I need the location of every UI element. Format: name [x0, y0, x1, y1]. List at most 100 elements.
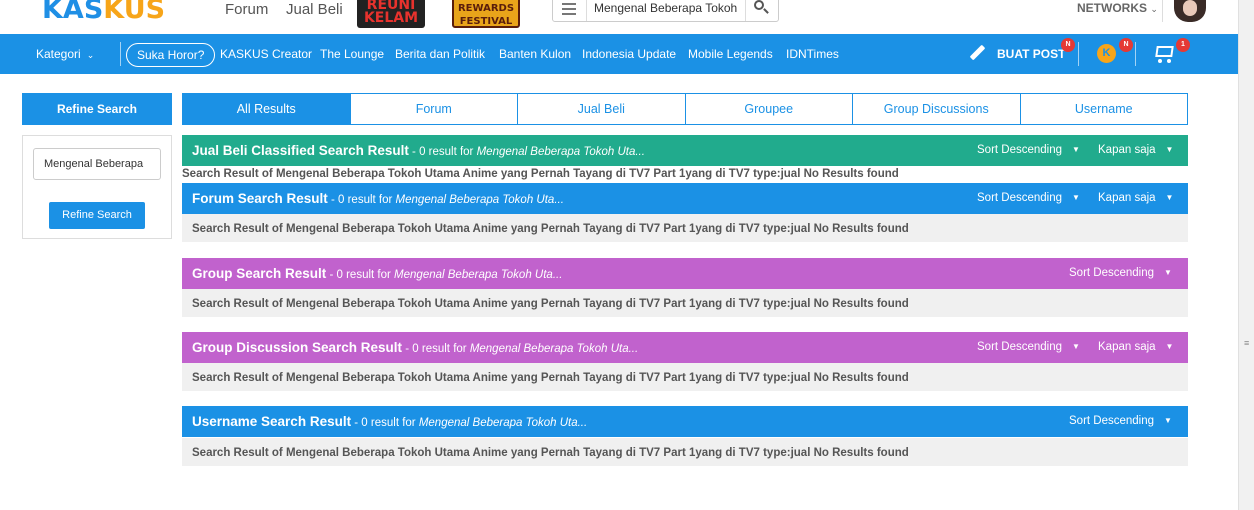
refine-search-input[interactable] — [33, 148, 161, 180]
caret-down-icon: ▼ — [1165, 145, 1174, 154]
buat-post-button[interactable]: BUAT POST — [997, 47, 1065, 61]
section-title: Username Search Result — [192, 414, 352, 429]
tab-groupee[interactable]: Groupee — [684, 94, 852, 124]
nav-item-berita-politik[interactable]: Berita dan Politik — [395, 47, 485, 61]
result-count: - 0 result for — [351, 417, 419, 429]
sort-dropdown[interactable]: Sort Descending ▼ — [1069, 267, 1172, 279]
promo-text: KELAM — [363, 10, 419, 26]
caret-down-icon: ▼ — [1165, 342, 1174, 351]
header-search-input[interactable] — [594, 0, 740, 17]
time-dropdown[interactable]: Kapan saja ▼ — [1098, 341, 1173, 353]
nav-item-the-lounge[interactable]: The Lounge — [320, 47, 384, 61]
kaskus-logo[interactable]: KASKUS — [42, 0, 165, 25]
time-label: Kapan saja — [1098, 144, 1156, 156]
kategori-label: Kategori — [36, 47, 81, 61]
caret-down-icon: ▼ — [1072, 193, 1080, 202]
jual-beli-result-body: Search Result of Mengenal Beberapa Tokoh… — [182, 168, 899, 180]
cart-count-badge: 1 — [1176, 38, 1190, 52]
time-label: Kapan saja — [1098, 341, 1156, 353]
nav-item-indonesia-update[interactable]: Indonesia Update — [582, 47, 676, 61]
username-result-header: Username Search Result - 0 result for Me… — [182, 406, 1188, 437]
pen-icon[interactable] — [969, 44, 987, 62]
sort-label: Sort Descending — [977, 192, 1063, 204]
reuni-kelam-promo[interactable]: REUNI KELAM — [357, 0, 425, 28]
top-header: KASKUS Forum Jual Beli REUNI KELAM REWAR… — [0, 0, 1238, 34]
category-navbar: Kategori ⌄ Suka Horor? KASKUS Creator The… — [0, 34, 1238, 74]
section-title: Group Discussion Search Result — [192, 340, 403, 355]
jual-beli-result-header: Jual Beli Classified Search Result - 0 r… — [182, 135, 1188, 166]
refine-search-panel: Refine Search — [22, 135, 172, 239]
rewards-festival-promo[interactable]: REWARDS FESTIVAL — [452, 0, 520, 28]
scroll-grip-icon: ≡ — [1244, 338, 1250, 348]
section-title: Group Search Result — [192, 266, 327, 281]
time-dropdown[interactable]: Kapan saja ▼ — [1098, 192, 1173, 204]
sort-dropdown[interactable]: Sort Descending ▼ — [977, 192, 1080, 204]
result-query: Mengenal Beberapa Tokoh Uta... — [394, 269, 563, 281]
section-title: Forum Search Result — [192, 191, 328, 206]
forum-result-header: Forum Search Result - 0 result for Menge… — [182, 183, 1188, 214]
top-link-forum[interactable]: Forum — [225, 1, 268, 18]
tab-jual-beli[interactable]: Jual Beli — [517, 94, 685, 124]
caret-down-icon: ▼ — [1164, 416, 1172, 425]
promo-text: REWARDS — [457, 3, 515, 14]
username-result-body: Search Result of Mengenal Beberapa Tokoh… — [182, 438, 1188, 466]
header-search — [552, 0, 779, 22]
search-icon[interactable] — [754, 0, 769, 14]
group-result-body: Search Result of Mengenal Beberapa Tokoh… — [182, 289, 1188, 317]
group-discussion-result-body: Search Result of Mengenal Beberapa Tokoh… — [182, 363, 1188, 391]
networks-menu[interactable]: NETWORKS ⌄ — [1077, 1, 1158, 15]
nav-item-mobile-legends[interactable]: Mobile Legends — [688, 47, 773, 61]
result-count: - 0 result for — [327, 194, 396, 206]
chevron-down-icon: ⌄ — [86, 50, 95, 60]
result-tabs: All Results Forum Jual Beli Groupee Grou… — [182, 93, 1188, 125]
sort-dropdown[interactable]: Sort Descending ▼ — [1069, 415, 1172, 427]
forum-result-body: Search Result of Mengenal Beberapa Tokoh… — [182, 214, 1188, 242]
sort-label: Sort Descending — [977, 144, 1063, 156]
result-count: - 0 result for — [408, 146, 477, 158]
result-count: - 0 result for — [326, 269, 395, 281]
caret-down-icon: ▼ — [1164, 268, 1172, 277]
promo-text: FESTIVAL — [459, 16, 513, 27]
page-scrollbar[interactable]: ≡ — [1238, 0, 1254, 510]
sort-label: Sort Descending — [977, 341, 1063, 353]
notification-badge: N — [1061, 38, 1075, 52]
result-count: - 0 result for — [402, 343, 470, 355]
caret-down-icon: ▼ — [1165, 193, 1174, 202]
time-label: Kapan saja — [1098, 192, 1156, 204]
top-link-jual-beli[interactable]: Jual Beli — [286, 1, 343, 18]
networks-label: NETWORKS — [1077, 1, 1147, 15]
logo-text-kas: KAS — [42, 0, 104, 25]
result-query: Mengenal Beberapa Tokoh Uta... — [469, 343, 639, 355]
refine-search-button[interactable]: Refine Search — [49, 202, 145, 229]
nav-item-kaskus-creator[interactable]: KASKUS Creator — [220, 47, 312, 61]
group-discussion-result-header: Group Discussion Search Result - 0 resul… — [182, 332, 1188, 363]
avatar[interactable] — [1174, 0, 1206, 22]
nav-item-idntimes[interactable]: IDNTimes — [786, 47, 839, 61]
tab-username[interactable]: Username — [1019, 94, 1187, 124]
nav-item-banten-kulon[interactable]: Banten Kulon — [499, 47, 571, 61]
refine-search-title: Refine Search — [22, 93, 172, 125]
notification-badge: N — [1119, 38, 1133, 52]
kaskus-chat-icon[interactable]: K — [1097, 44, 1116, 63]
caret-down-icon: ▼ — [1072, 342, 1080, 351]
group-result-header: Group Search Result - 0 result for Menge… — [182, 258, 1188, 289]
sort-label: Sort Descending — [1069, 267, 1155, 279]
logo-text-kus: KUS — [103, 0, 166, 25]
result-query: Mengenal Beberapa Tokoh Uta... — [418, 417, 588, 429]
kategori-dropdown[interactable]: Kategori ⌄ — [36, 47, 94, 61]
time-dropdown[interactable]: Kapan saja ▼ — [1098, 144, 1173, 156]
menu-icon[interactable] — [562, 3, 576, 18]
result-query: Mengenal Beberapa Tokoh Uta... — [395, 194, 564, 206]
result-query: Mengenal Beberapa Tokoh Uta... — [476, 146, 645, 158]
suka-horor-pill[interactable]: Suka Horor? — [126, 43, 216, 67]
sort-dropdown[interactable]: Sort Descending ▼ — [977, 341, 1080, 353]
sort-label: Sort Descending — [1069, 415, 1155, 427]
caret-down-icon: ▼ — [1072, 145, 1080, 154]
chevron-down-icon: ⌄ — [1150, 4, 1158, 14]
sort-dropdown[interactable]: Sort Descending ▼ — [977, 144, 1080, 156]
cart-icon[interactable] — [1152, 44, 1176, 64]
tab-all-results[interactable]: All Results — [183, 94, 350, 124]
tab-group-discussions[interactable]: Group Discussions — [852, 94, 1020, 124]
section-title: Jual Beli Classified Search Result — [192, 143, 409, 158]
tab-forum[interactable]: Forum — [349, 94, 517, 124]
